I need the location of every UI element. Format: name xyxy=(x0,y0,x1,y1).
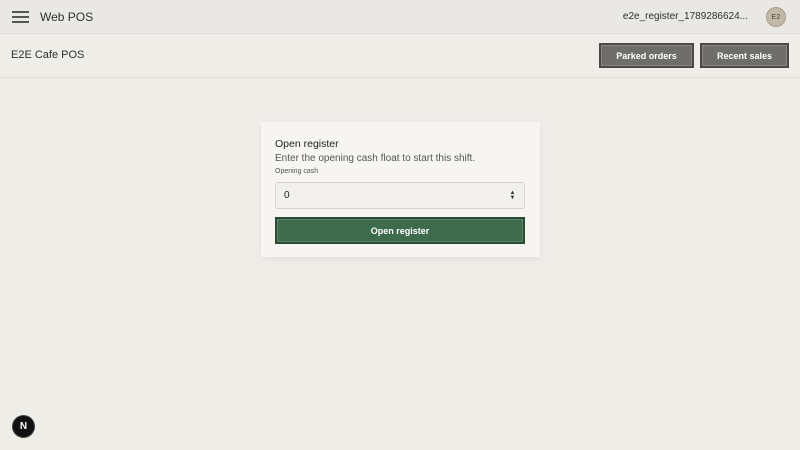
top-bar: Web POS e2e_register_1789286624... E2 xyxy=(0,0,800,34)
app-title: Web POS xyxy=(40,10,94,24)
opening-cash-input[interactable]: 0 ▲ ▼ xyxy=(275,182,525,209)
card-description: Enter the opening cash float to start th… xyxy=(275,153,476,164)
recent-sales-button[interactable]: Recent sales xyxy=(700,43,789,68)
user-avatar[interactable]: E2 xyxy=(766,7,786,27)
user-name-label[interactable]: e2e_register_1789286624... xyxy=(623,11,748,22)
open-register-button[interactable]: Open register xyxy=(275,217,525,244)
sub-header: E2E Cafe POS Parked orders Recent sales xyxy=(0,34,800,78)
open-register-card: Open register Enter the opening cash flo… xyxy=(261,122,540,257)
parked-orders-button[interactable]: Parked orders xyxy=(599,43,694,68)
opening-cash-value: 0 xyxy=(284,190,290,201)
number-stepper-icon[interactable]: ▲ ▼ xyxy=(509,190,516,202)
card-title: Open register xyxy=(275,138,339,150)
nextjs-icon[interactable]: N xyxy=(12,415,35,438)
opening-cash-label: Opening cash xyxy=(275,168,319,175)
hamburger-menu-icon[interactable] xyxy=(12,11,29,23)
store-name: E2E Cafe POS xyxy=(11,49,85,61)
